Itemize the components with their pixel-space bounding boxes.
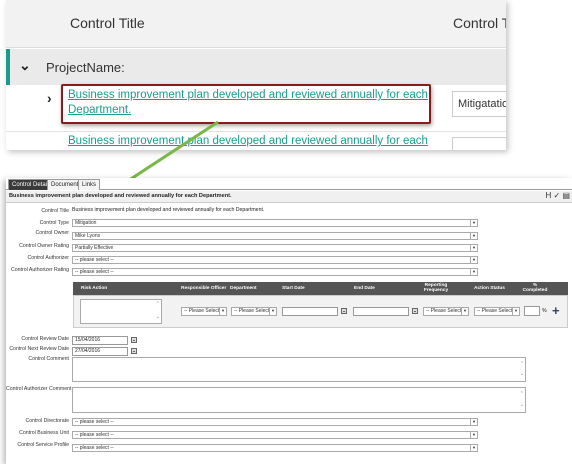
chevron-down-icon: ▼ — [219, 308, 226, 315]
value-control-title: Business improvement plan developed and … — [72, 207, 265, 213]
list-item[interactable]: › Business improvement plan developed an… — [6, 84, 506, 132]
group-accent-bar — [6, 49, 10, 85]
chevron-down-icon: ▼ — [512, 308, 519, 315]
label-business-unit: Control Business Unit — [19, 430, 69, 436]
label-control-comment: Control Comment — [28, 356, 69, 362]
chevron-down-icon: ▼ — [470, 432, 477, 438]
column-header-control-type[interactable]: Control Ty — [453, 15, 506, 31]
calendar-icon[interactable] — [341, 308, 347, 314]
risk-action-row: ⌃ ⌄ -- Please Select ▼ -- Please Select ▼ … — [73, 295, 568, 328]
control-type-cell: Mitigatatio — [452, 91, 506, 117]
risk-action-textarea[interactable]: ⌃ ⌄ — [80, 299, 162, 324]
chevron-right-icon[interactable]: › — [47, 90, 52, 106]
header-responsible-officer: Responsible Officer — [181, 286, 227, 291]
chevron-down-icon: ▼ — [269, 308, 276, 315]
start-date-input[interactable] — [282, 307, 338, 316]
pct-completed-input[interactable] — [524, 306, 540, 316]
label-control-type: Control Type — [39, 220, 69, 226]
calendar-icon[interactable] — [131, 348, 137, 354]
chevron-down-icon: ▼ — [470, 233, 477, 239]
scroll-down-icon[interactable]: ⌄ — [520, 371, 524, 377]
tab-bar: Control Details Documents Links — [6, 178, 572, 190]
label-service-profile: Control Service Profile — [17, 442, 69, 448]
control-list-panel: Control Title Control Ty ⌄ ProjectName: … — [6, 0, 506, 150]
list-item[interactable]: Business improvement plan developed and … — [6, 133, 506, 150]
label-control-title: Control Title — [41, 208, 69, 214]
control-type-select[interactable]: Mitigation ▼ — [72, 219, 478, 227]
label-next-review-date: Control Next Review Date — [9, 346, 69, 352]
column-header-control-title[interactable]: Control Title — [70, 15, 145, 31]
scroll-down-icon[interactable]: ⌄ — [156, 314, 160, 320]
header-pct-completed: % Completed — [522, 283, 548, 293]
control-authorizer-select[interactable]: -- please select -- ▼ — [72, 256, 478, 264]
toolbar-icons[interactable]: H ✓ ▤ — [546, 191, 570, 200]
label-control-authorizer: Control Authorizer — [27, 255, 69, 261]
add-row-icon[interactable]: + — [552, 303, 560, 318]
label-review-date: Control Review Date — [21, 336, 69, 342]
service-profile-select[interactable]: -- please select -- ▼ — [72, 444, 478, 452]
authorizer-rating-select[interactable]: -- please select -- ▼ — [72, 268, 478, 276]
business-unit-select[interactable]: -- please select -- ▼ — [72, 431, 478, 439]
end-date-input[interactable] — [353, 307, 409, 316]
label-authorizer-comment: Control Authorizer Comment — [6, 386, 72, 392]
review-date-input[interactable]: 15/04/2016 — [72, 336, 128, 345]
control-owner-select[interactable]: Mike Lyons ▼ — [72, 232, 478, 240]
risk-action-grid-header: Risk Action Responsible Officer Departme… — [73, 282, 568, 295]
calendar-icon[interactable] — [131, 337, 137, 343]
control-comment-textarea[interactable]: ⌃ ⌄ — [72, 357, 526, 382]
chevron-down-icon: ▼ — [470, 419, 477, 425]
scroll-down-icon[interactable]: ⌄ — [520, 402, 524, 408]
chevron-down-icon: ▼ — [470, 245, 477, 251]
reporting-frequency-select[interactable]: -- Please Select ▼ — [423, 307, 469, 316]
chevron-down-icon[interactable]: ⌄ — [19, 57, 31, 74]
list-header: Control Title Control Ty — [6, 0, 506, 48]
control-details-panel: Control Details Documents Links Business… — [6, 178, 572, 464]
control-type-cell — [452, 137, 506, 150]
control-title-link[interactable]: Business improvement plan developed and … — [68, 88, 428, 118]
next-review-date-input[interactable]: 27/04/2016 — [72, 347, 128, 356]
scroll-up-icon[interactable]: ⌃ — [520, 391, 524, 397]
chevron-down-icon: ▼ — [461, 308, 468, 315]
chevron-down-icon: ▼ — [470, 445, 477, 451]
scroll-up-icon[interactable]: ⌃ — [520, 361, 524, 367]
authorizer-comment-textarea[interactable]: ⌃ ⌄ — [72, 387, 526, 413]
details-title: Business improvement plan developed and … — [9, 193, 232, 199]
chevron-down-icon: ▼ — [470, 257, 477, 263]
group-label: ProjectName: — [46, 60, 125, 75]
owner-rating-select[interactable]: Partially Effective ▼ — [72, 244, 478, 252]
label-directorate: Control Directorate — [25, 418, 69, 424]
header-reporting-frequency: Reporting Frequency — [423, 283, 449, 293]
responsible-officer-select[interactable]: -- Please Select ▼ — [181, 307, 227, 316]
scroll-up-icon[interactable]: ⌃ — [156, 301, 160, 307]
chevron-down-icon: ▼ — [470, 269, 477, 275]
header-department: Department — [230, 286, 257, 291]
department-select[interactable]: -- Please Select ▼ — [231, 307, 277, 316]
project-group-row[interactable]: ⌄ ProjectName: — [6, 49, 506, 85]
header-risk-action: Risk Action — [81, 286, 108, 291]
chevron-down-icon: ▼ — [470, 220, 477, 226]
label-owner-rating: Control Owner Rating — [19, 243, 69, 249]
pct-symbol: % — [542, 308, 547, 314]
header-end-date: End Date — [354, 286, 375, 291]
label-control-owner: Control Owner — [35, 230, 69, 236]
label-authorizer-rating: Control Authorizer Rating — [11, 267, 69, 273]
tab-links[interactable]: Links — [78, 179, 101, 190]
header-start-date: Start Date — [282, 286, 305, 291]
calendar-icon[interactable] — [412, 308, 418, 314]
details-title-bar: Business improvement plan developed and … — [6, 191, 572, 203]
action-status-select[interactable]: -- Please Select ▼ — [474, 307, 520, 316]
directorate-select[interactable]: -- please select -- ▼ — [72, 418, 478, 426]
header-action-status: Action Status — [474, 286, 505, 291]
